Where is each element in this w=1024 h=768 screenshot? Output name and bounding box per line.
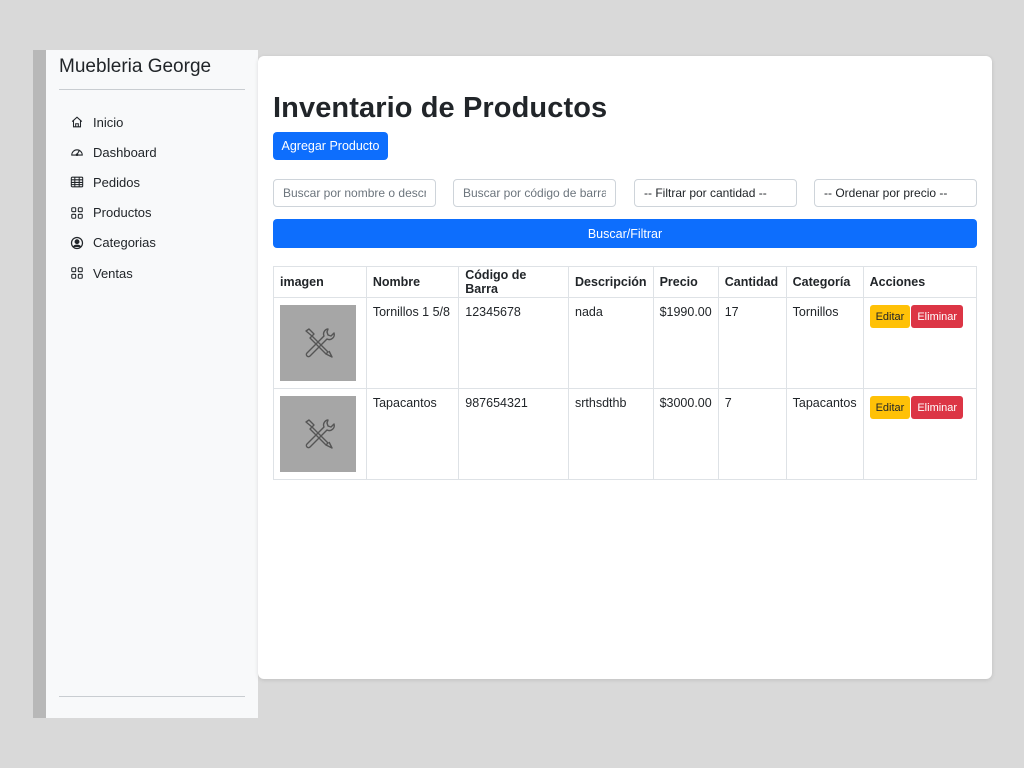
product-description: nada (568, 297, 654, 389)
price-sort-value: -- Ordenar por precio -- (824, 186, 948, 200)
product-quantity: 7 (717, 388, 787, 480)
speedometer-icon (70, 145, 84, 159)
price-sort-select[interactable]: -- Ordenar por precio -- (814, 179, 977, 207)
name-search-input[interactable] (283, 186, 426, 200)
product-barcode: 987654321 (458, 388, 570, 480)
brand-title: Muebleria George (59, 56, 212, 77)
tools-icon (305, 419, 335, 449)
sidebar-item-pedidos[interactable]: Pedidos (70, 167, 157, 197)
column-header: Cantidad (717, 266, 787, 298)
edit-button[interactable]: Editar (869, 396, 911, 419)
name-search-field[interactable] (273, 179, 436, 207)
delete-button[interactable]: Eliminar (911, 396, 964, 419)
quantity-filter-select[interactable]: -- Filtrar por cantidad -- (634, 179, 797, 207)
column-header: Código de Barra (458, 266, 570, 298)
product-image-placeholder (280, 305, 356, 381)
tools-icon (305, 328, 335, 358)
sidebar-divider-top (59, 89, 245, 90)
sidebar-nav: Inicio Dashboard Pedidos Productos Categ… (70, 107, 157, 288)
sidebar-item-dashboard[interactable]: Dashboard (70, 137, 157, 167)
sidebar-item-categorias[interactable]: Categorias (70, 228, 157, 258)
product-name: Tapacantos (365, 388, 460, 480)
person-circle-icon (70, 236, 84, 250)
sidebar-edge (33, 50, 46, 718)
main-content: Inventario de Productos Agregar Producto… (258, 56, 992, 679)
product-category: Tapacantos (785, 388, 864, 480)
sidebar: Muebleria George Inicio Dashboard Pedido… (46, 50, 258, 718)
image-cell (273, 297, 367, 389)
sidebar-item-label: Productos (93, 205, 152, 221)
actions-cell: Editar Eliminar (862, 388, 978, 480)
product-name: Tornillos 1 5/8 (365, 297, 460, 389)
edit-button[interactable]: Editar (869, 305, 911, 328)
sidebar-item-label: Inicio (93, 114, 124, 130)
actions-cell: Editar Eliminar (862, 297, 978, 389)
sidebar-item-label: Pedidos (93, 174, 140, 190)
search-filter-button[interactable]: Buscar/Filtrar (273, 219, 977, 248)
column-header: Precio (652, 266, 719, 298)
product-price: $3000.00 (652, 388, 719, 480)
sidebar-divider-bottom (59, 696, 245, 697)
product-description: srthsdthb (568, 388, 654, 480)
filter-bar: -- Filtrar por cantidad -- -- Ordenar po… (273, 179, 977, 207)
grid-icon (70, 266, 84, 280)
column-header: Acciones (862, 266, 978, 298)
delete-button[interactable]: Eliminar (911, 305, 964, 328)
product-quantity: 17 (717, 297, 787, 389)
sidebar-item-inicio[interactable]: Inicio (70, 107, 157, 137)
table-row: Tornillos 1 5/8 12345678 nada $1990.00 1… (273, 297, 978, 389)
column-header: imagen (273, 266, 367, 298)
table-icon (70, 175, 84, 189)
table-row: Tapacantos 987654321 srthsdthb $3000.00 … (273, 388, 978, 480)
sidebar-item-label: Categorias (93, 235, 156, 251)
inventory-table: imagen Nombre Código de Barra Descripció… (273, 266, 978, 480)
barcode-search-input[interactable] (463, 186, 606, 200)
column-header: Descripción (568, 266, 654, 298)
image-cell (273, 388, 367, 480)
column-header: Categoría (785, 266, 864, 298)
quantity-filter-value: -- Filtrar por cantidad -- (644, 186, 767, 200)
page-title: Inventario de Productos (273, 92, 608, 124)
sidebar-item-label: Ventas (93, 265, 133, 281)
app-window: Muebleria George Inicio Dashboard Pedido… (0, 0, 1024, 768)
product-category: Tornillos (785, 297, 864, 389)
table-header-row: imagen Nombre Código de Barra Descripció… (273, 266, 978, 298)
home-icon (70, 115, 84, 129)
column-header: Nombre (365, 266, 460, 298)
sidebar-item-ventas[interactable]: Ventas (70, 258, 157, 288)
sidebar-item-label: Dashboard (93, 144, 157, 160)
barcode-search-field[interactable] (453, 179, 616, 207)
add-product-button[interactable]: Agregar Producto (273, 132, 388, 160)
grid-icon (70, 206, 84, 220)
product-price: $1990.00 (652, 297, 719, 389)
product-barcode: 12345678 (458, 297, 570, 389)
product-image-placeholder (280, 396, 356, 472)
sidebar-item-productos[interactable]: Productos (70, 198, 157, 228)
